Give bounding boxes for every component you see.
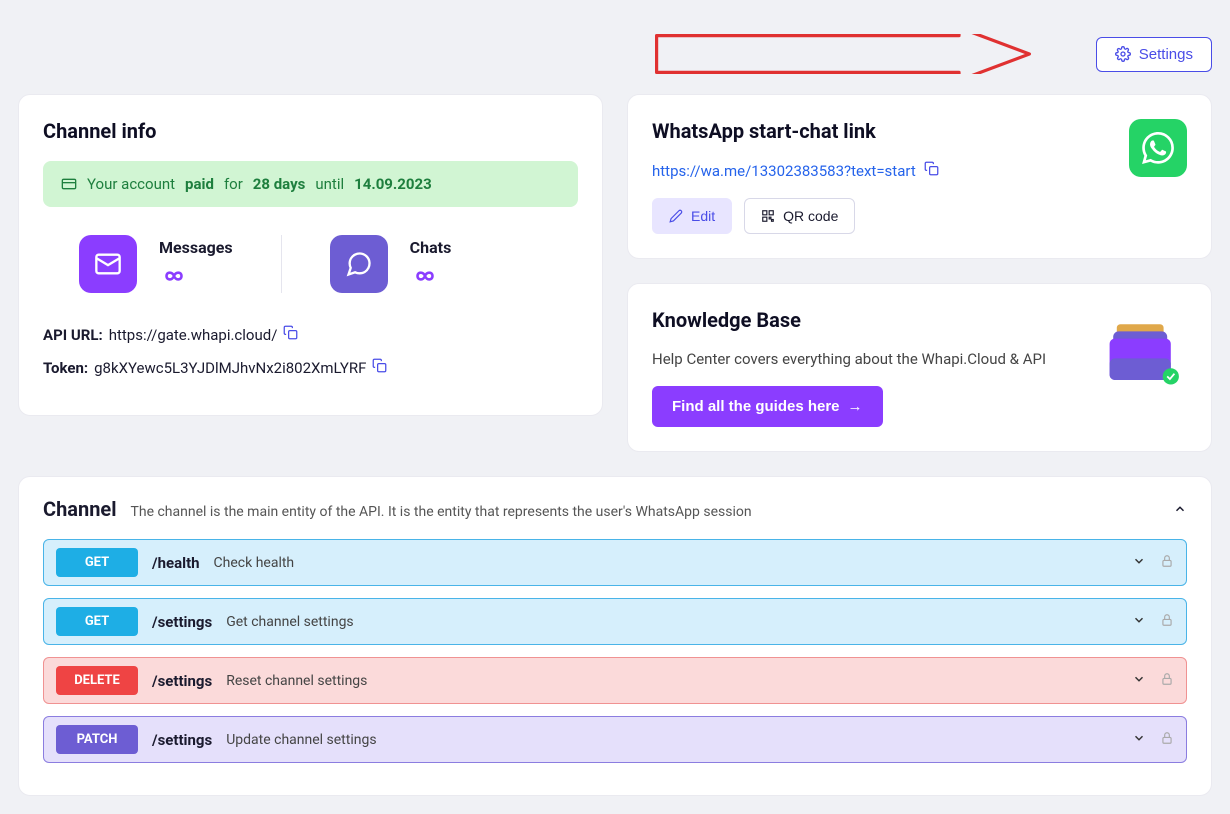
lock-icon xyxy=(1160,554,1174,572)
lock-icon xyxy=(1160,672,1174,690)
account-paid-banner: Your account paid for 28 days until 14.0… xyxy=(43,161,578,207)
endpoint-get-settings[interactable]: GET /settings Get channel settings xyxy=(43,598,1187,645)
whatsapp-start-link[interactable]: https://wa.me/13302383583?text=start xyxy=(652,162,916,180)
whatsapp-link-card: WhatsApp start-chat link https://wa.me/1… xyxy=(627,94,1212,259)
token-row: Token: g8kXYewc5L3YJDlMJhvNx2i802XmLYRF xyxy=(43,358,578,377)
collapse-section-icon[interactable] xyxy=(1173,502,1187,520)
method-badge: GET xyxy=(56,607,138,636)
whatsapp-icon xyxy=(1129,119,1187,177)
gear-icon xyxy=(1115,46,1131,62)
api-channel-section: Channel The channel is the main entity o… xyxy=(18,476,1212,796)
edit-button[interactable]: Edit xyxy=(652,198,732,234)
whatsapp-link-title: WhatsApp start-chat link xyxy=(652,119,1109,143)
api-section-title: Channel xyxy=(43,497,117,521)
chats-icon xyxy=(330,235,388,293)
copy-token-icon[interactable] xyxy=(372,358,387,377)
kb-title: Knowledge Base xyxy=(652,308,1046,332)
stat-messages: Messages xyxy=(79,235,281,293)
qr-code-button[interactable]: QR code xyxy=(744,198,855,234)
arrow-right-icon: → xyxy=(848,398,863,415)
pencil-icon xyxy=(669,209,683,223)
copy-wa-link-icon[interactable] xyxy=(924,161,939,180)
folder-illustration xyxy=(1097,308,1187,398)
api-url-row: API URL: https://gate.whapi.cloud/ xyxy=(43,325,578,344)
arrow-annotation xyxy=(608,34,1078,74)
stat-chats: Chats xyxy=(281,235,500,293)
messages-icon xyxy=(79,235,137,293)
method-badge: PATCH xyxy=(56,725,138,754)
messages-value xyxy=(159,263,233,291)
kb-desc: Help Center covers everything about the … xyxy=(652,350,1046,368)
card-icon xyxy=(61,176,77,192)
settings-button[interactable]: Settings xyxy=(1096,37,1212,72)
knowledge-base-card: Knowledge Base Help Center covers everyt… xyxy=(627,283,1212,452)
copy-api-url-icon[interactable] xyxy=(283,325,298,344)
channel-info-title: Channel info xyxy=(43,119,578,143)
chevron-down-icon[interactable] xyxy=(1132,731,1146,749)
find-guides-button[interactable]: Find all the guides here → xyxy=(652,386,883,427)
endpoint-patch-settings[interactable]: PATCH /settings Update channel settings xyxy=(43,716,1187,763)
chats-value xyxy=(410,263,452,291)
api-section-desc: The channel is the main entity of the AP… xyxy=(131,504,1159,520)
lock-icon xyxy=(1160,613,1174,631)
method-badge: DELETE xyxy=(56,666,138,695)
chevron-down-icon[interactable] xyxy=(1132,672,1146,690)
method-badge: GET xyxy=(56,548,138,577)
chevron-down-icon[interactable] xyxy=(1132,613,1146,631)
settings-button-label: Settings xyxy=(1139,46,1193,63)
endpoint-delete-settings[interactable]: DELETE /settings Reset channel settings xyxy=(43,657,1187,704)
endpoint-health[interactable]: GET /health Check health xyxy=(43,539,1187,586)
lock-icon xyxy=(1160,731,1174,749)
chevron-down-icon[interactable] xyxy=(1132,554,1146,572)
qr-icon xyxy=(761,209,775,223)
channel-info-card: Channel info Your account paid for 28 da… xyxy=(18,94,603,416)
